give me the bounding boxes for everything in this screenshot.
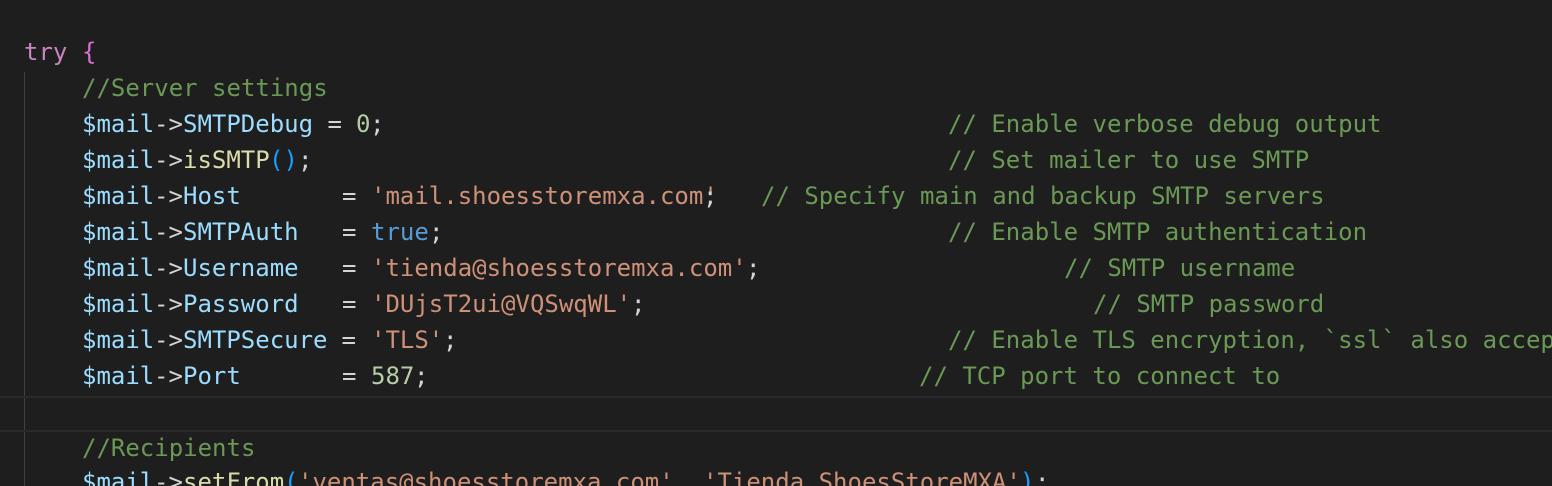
code-line-setfrom[interactable]: $mail -> setFrom ( 'ventas@shoesstoremxa…	[0, 464, 1552, 486]
assign-operator: =	[342, 254, 371, 282]
comment-auth: // Enable SMTP authentication	[948, 218, 1368, 246]
assign-operator: =	[342, 182, 371, 210]
arrow-operator: ->	[154, 182, 183, 210]
code-line-host[interactable]: $mail -> Host = 'mail.shoesstoremxa.com'…	[0, 178, 1552, 214]
variable-mail: $mail	[82, 290, 155, 318]
property-port: Port	[183, 362, 241, 390]
assign-operator: =	[313, 110, 357, 138]
arrow-operator: ->	[154, 146, 183, 174]
property-smtpauth: SMTPAuth	[183, 218, 299, 246]
property-password: Password	[183, 290, 299, 318]
method-setfrom: setFrom	[183, 468, 285, 486]
call-parens: ()	[269, 146, 298, 174]
code-line-username[interactable]: $mail -> Username = 'tienda@shoesstoremx…	[0, 250, 1552, 286]
comment-port: // TCP port to connect to	[919, 362, 1281, 390]
arrow-operator: ->	[154, 290, 183, 318]
variable-mail: $mail	[82, 326, 155, 354]
property-smtpsecure: SMTPSecure	[183, 326, 328, 354]
arrow-operator: ->	[154, 110, 183, 138]
arg-separator: ,	[674, 468, 703, 486]
variable-mail: $mail	[82, 468, 155, 486]
property-host: Host	[183, 182, 241, 210]
semicolon: ;	[631, 290, 646, 318]
arrow-operator: ->	[154, 326, 183, 354]
semicolon: ;	[429, 218, 444, 246]
code-line-smtpdebug[interactable]: $mail -> SMTPDebug = 0 ; // Enable verbo…	[0, 106, 1552, 142]
variable-mail: $mail	[82, 146, 155, 174]
code-line-smtpauth[interactable]: $mail -> SMTPAuth = true ; // Enable SMT…	[0, 214, 1552, 250]
code-line-try[interactable]: try {	[0, 34, 1552, 70]
arrow-operator: ->	[154, 254, 183, 282]
value-string-tls: 'TLS'	[371, 326, 444, 354]
code-line-current-empty[interactable]	[0, 396, 1552, 432]
code-line-comment-recipients[interactable]: //Recipients	[0, 430, 1552, 466]
semicolon: ;	[370, 110, 385, 138]
property-smtpdebug: SMTPDebug	[183, 110, 314, 138]
value-string-host: 'mail.shoesstoremxa.com'	[371, 182, 718, 210]
comment-mailer: // Set mailer to use SMTP	[948, 146, 1310, 174]
value-boolean: true	[371, 218, 429, 246]
comment-password: // SMTP password	[1093, 290, 1325, 318]
code-editor[interactable]: try { //Server settings $mail -> SMTPDeb…	[0, 0, 1552, 486]
value-string-from-email: 'ventas@shoesstoremxa.com'	[298, 468, 674, 486]
variable-mail: $mail	[82, 110, 155, 138]
value-string-from-name: 'Tienda ShoesStoreMXA'	[703, 468, 1021, 486]
paren-close: )	[1020, 468, 1035, 486]
semicolon: ;	[414, 362, 429, 390]
paren-open: (	[284, 468, 299, 486]
code-line-smtpsecure[interactable]: $mail -> SMTPSecure = 'TLS' ; // Enable …	[0, 322, 1552, 358]
assign-operator: =	[342, 290, 371, 318]
variable-mail: $mail	[82, 182, 155, 210]
comment-debug: // Enable verbose debug output	[948, 110, 1382, 138]
value-number-port: 587	[371, 362, 415, 390]
arrow-operator: ->	[154, 362, 183, 390]
keyword-try: try	[24, 38, 68, 66]
code-line-password[interactable]: $mail -> Password = 'DUjsT2ui@VQSwqWL' ;…	[0, 286, 1552, 322]
variable-mail: $mail	[82, 362, 155, 390]
comment-server-settings: //Server settings	[82, 74, 328, 102]
comment-recipients: //Recipients	[82, 434, 256, 462]
assign-operator: =	[342, 362, 371, 390]
value-string-username: 'tienda@shoesstoremxa.com'	[371, 254, 747, 282]
code-line-issmtp[interactable]: $mail -> isSMTP () ; // Set mailer to us…	[0, 142, 1552, 178]
arrow-operator: ->	[154, 468, 183, 486]
method-issmtp: isSMTP	[183, 146, 270, 174]
code-line-port[interactable]: $mail -> Port = 587 ; // TCP port to con…	[0, 358, 1552, 394]
assign-operator: =	[342, 218, 371, 246]
comment-tls: // Enable TLS encryption, `ssl` also acc…	[948, 326, 1552, 354]
assign-operator: =	[327, 326, 371, 354]
code-line-comment-server[interactable]: //Server settings	[0, 70, 1552, 106]
semicolon: ;	[1035, 468, 1050, 486]
variable-mail: $mail	[82, 218, 155, 246]
value-string-password: 'DUjsT2ui@VQSwqWL'	[371, 290, 632, 318]
semicolon: ;	[298, 146, 313, 174]
brace-open: {	[82, 38, 97, 66]
semicolon: ;	[746, 254, 761, 282]
arrow-operator: ->	[154, 218, 183, 246]
comment-username: // SMTP username	[1064, 254, 1296, 282]
semicolon: ;	[443, 326, 458, 354]
variable-mail: $mail	[82, 254, 155, 282]
value-number: 0	[356, 110, 371, 138]
property-username: Username	[183, 254, 299, 282]
semicolon: ;	[703, 182, 718, 210]
comment-servers: // Specify main and backup SMTP servers	[761, 182, 1325, 210]
